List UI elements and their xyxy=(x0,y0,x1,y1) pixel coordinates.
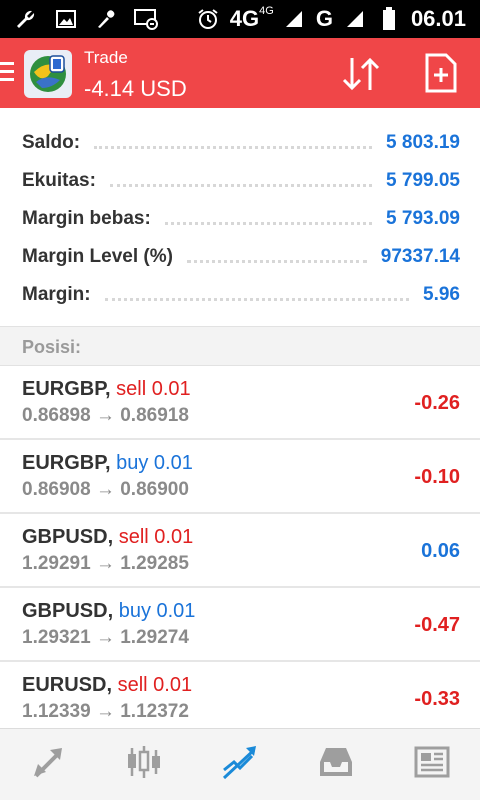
nav-history[interactable] xyxy=(288,729,384,800)
position-title: EURUSD, sell 0.01 xyxy=(22,674,192,697)
news-icon xyxy=(412,742,452,787)
new-order-icon[interactable] xyxy=(424,52,458,94)
nav-chart[interactable] xyxy=(96,729,192,800)
bottom-navigation xyxy=(0,728,480,800)
quotes-arrows-icon xyxy=(28,742,68,787)
position-profit: -0.10 xyxy=(414,466,460,488)
position-row[interactable]: GBPUSD, sell 0.01 1.29291 → 1.29285 0.06 xyxy=(0,514,480,588)
position-prices: 1.29291 → 1.29285 xyxy=(22,553,189,574)
status-left xyxy=(14,7,158,31)
position-profit: -0.47 xyxy=(414,614,460,636)
signal-icon xyxy=(282,7,306,31)
microphone-icon xyxy=(94,7,118,31)
status-bar: 4G 4G G 06.01 xyxy=(0,0,480,38)
summary-row-balance: Saldo: 5 803.19 xyxy=(22,124,460,162)
position-type: buy 0.01 xyxy=(116,452,193,474)
dotted-divider xyxy=(104,297,410,301)
position-title: EURGBP, sell 0.01 xyxy=(22,378,191,401)
profit-total: -4.14 USD xyxy=(84,76,187,101)
network2-label: G xyxy=(315,6,333,31)
signal-icon xyxy=(343,7,367,31)
position-row[interactable]: GBPUSD, buy 0.01 1.29321 → 1.29274 -0.47 xyxy=(0,588,480,662)
summary-value: 5 799.05 xyxy=(386,170,460,191)
summary-label: Margin bebas: xyxy=(22,208,151,229)
position-prices: 0.86898 → 0.86918 xyxy=(22,405,189,426)
position-symbol: GBPUSD xyxy=(22,600,108,622)
positions-list: EURGBP, sell 0.01 0.86898 → 0.86918 -0.2… xyxy=(0,366,480,736)
position-type: sell 0.01 xyxy=(118,526,194,548)
position-prices: 1.12339 → 1.12372 xyxy=(22,701,189,722)
alarm-icon xyxy=(196,7,220,31)
position-symbol: EURGBP xyxy=(22,452,105,474)
position-type: sell 0.01 xyxy=(117,674,193,696)
summary-row-margin-level: Margin Level (%) 97337.14 xyxy=(22,238,460,276)
app-bar: Trade -4.14 USD xyxy=(0,38,480,108)
summary-label: Ekuitas: xyxy=(22,170,96,191)
position-profit: 0.06 xyxy=(421,540,460,562)
summary-value: 5 803.19 xyxy=(386,132,460,153)
summary-row-margin: Margin: 5.96 xyxy=(22,276,460,314)
position-row[interactable]: EURUSD, sell 0.01 1.12339 → 1.12372 -0.3… xyxy=(0,662,480,736)
position-type: buy 0.01 xyxy=(118,600,196,622)
summary-value: 97337.14 xyxy=(380,246,460,267)
position-symbol: GBPUSD xyxy=(22,526,108,548)
network-label: 4G xyxy=(229,6,260,31)
nav-quotes[interactable] xyxy=(0,729,96,800)
position-symbol: EURUSD xyxy=(22,674,107,696)
candlestick-chart-icon xyxy=(124,742,164,787)
dotted-divider xyxy=(109,183,373,187)
nav-trade[interactable] xyxy=(192,729,288,800)
account-summary: Saldo: 5 803.19 Ekuitas: 5 799.05 Margin… xyxy=(0,108,480,326)
nav-news[interactable] xyxy=(384,729,480,800)
wrench-icon xyxy=(14,7,38,31)
dotted-divider xyxy=(164,221,373,225)
dotted-divider xyxy=(94,145,373,149)
menu-icon[interactable] xyxy=(0,62,14,84)
app-logo[interactable] xyxy=(24,50,72,98)
summary-row-equity: Ekuitas: 5 799.05 xyxy=(22,162,460,200)
position-separator: , xyxy=(105,452,111,474)
history-inbox-icon xyxy=(316,742,356,787)
image-icon xyxy=(54,7,78,31)
position-prices: 0.86908 → 0.86900 xyxy=(22,479,189,500)
position-separator: , xyxy=(106,674,113,696)
summary-value: 5 793.09 xyxy=(386,208,460,229)
position-profit: -0.33 xyxy=(414,688,460,710)
status-right: 4G 4G G 06.01 xyxy=(196,5,466,32)
summary-label: Saldo: xyxy=(22,132,81,153)
summary-value: 5.96 xyxy=(423,284,460,305)
positions-section-header: Posisi: xyxy=(0,326,480,366)
page-title: Trade xyxy=(84,48,128,67)
position-separator: , xyxy=(107,526,114,548)
position-prices: 1.29321 → 1.29274 xyxy=(22,627,189,648)
position-separator: , xyxy=(105,378,111,400)
battery-icon xyxy=(377,7,401,31)
position-title: GBPUSD, buy 0.01 xyxy=(22,600,195,623)
position-profit: -0.26 xyxy=(414,392,460,414)
position-type: sell 0.01 xyxy=(116,378,191,400)
summary-row-free-margin: Margin bebas: 5 793.09 xyxy=(22,200,460,238)
network-small-label: 4G xyxy=(259,5,274,17)
trade-trend-icon xyxy=(220,742,260,787)
position-title: EURGBP, buy 0.01 xyxy=(22,452,193,475)
summary-label: Margin Level (%) xyxy=(22,246,173,267)
sort-icon[interactable] xyxy=(340,54,384,94)
clock: 06.01 xyxy=(410,6,466,31)
positions-header-label: Posisi: xyxy=(22,337,82,357)
position-symbol: EURGBP xyxy=(22,378,105,400)
summary-label: Margin: xyxy=(22,284,91,305)
position-separator: , xyxy=(107,600,114,622)
position-row[interactable]: EURGBP, buy 0.01 0.86908 → 0.86900 -0.10 xyxy=(0,440,480,514)
dotted-divider xyxy=(186,259,367,263)
position-row[interactable]: EURGBP, sell 0.01 0.86898 → 0.86918 -0.2… xyxy=(0,366,480,440)
position-title: GBPUSD, sell 0.01 xyxy=(22,526,193,549)
screen-icon xyxy=(134,7,158,31)
